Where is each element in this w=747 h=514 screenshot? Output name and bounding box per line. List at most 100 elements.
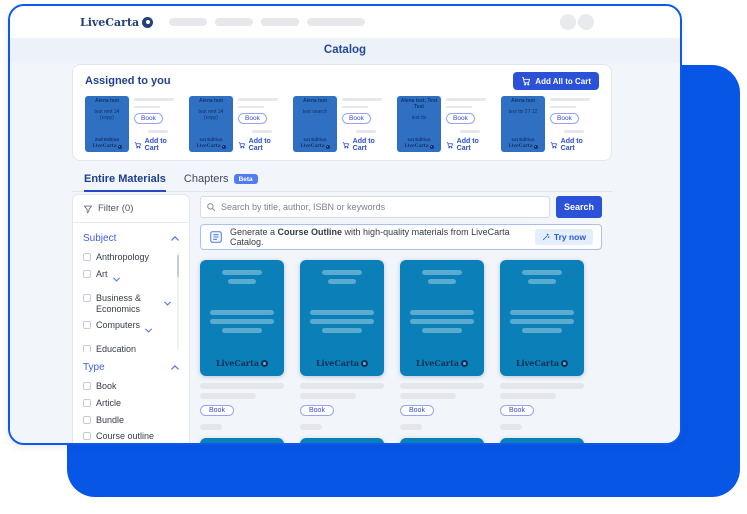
cover-logo-text: LiveCarta	[516, 358, 559, 368]
placeholder-line	[422, 270, 462, 275]
checkbox[interactable]	[83, 399, 91, 407]
filter-section-header-type[interactable]: Type	[83, 362, 179, 373]
tab-chapters[interactable]: Chapters Beta	[184, 173, 258, 191]
cover-text-placeholder	[510, 310, 574, 333]
nav-placeholder[interactable]	[215, 18, 253, 26]
assigned-book-card[interactable]: Alena testtest tts 27.121st EditionLiveC…	[501, 96, 597, 152]
filter-option[interactable]: Course outline	[83, 431, 179, 442]
scrollbar-thumb[interactable]	[177, 255, 179, 277]
filter-option[interactable]: Anthropology	[83, 252, 171, 263]
checkbox[interactable]	[83, 416, 91, 424]
title-placeholder	[550, 98, 590, 101]
book-cover[interactable]	[500, 438, 584, 445]
book-title-placeholder	[300, 383, 384, 389]
filter-option[interactable]: Computers	[83, 320, 171, 338]
assigned-book-card[interactable]: Alena testtest rent 34 (copy)1st Edition…	[189, 96, 285, 152]
placeholder-line	[322, 328, 362, 333]
checkbox[interactable]	[83, 432, 91, 440]
filter-option[interactable]: Article	[83, 398, 179, 409]
search-input[interactable]	[200, 196, 550, 218]
add-to-cart-label: Add to Cart	[249, 138, 285, 152]
cart-icon	[550, 141, 558, 149]
book-cover[interactable]	[200, 438, 284, 445]
filter-option[interactable]: Book	[83, 381, 179, 392]
nav-placeholder[interactable]	[261, 18, 299, 26]
avatar-placeholder[interactable]	[578, 14, 594, 30]
cart-icon	[342, 141, 350, 149]
chevron-up-icon	[171, 362, 179, 373]
title-placeholder	[134, 106, 160, 109]
search-button[interactable]: Search	[556, 196, 602, 218]
book-cover[interactable]: LiveCarta	[400, 260, 484, 376]
add-to-cart-label: Add to Cart	[561, 138, 597, 152]
title-placeholder	[238, 106, 264, 109]
catalog-main: Search Generate a Course Outline with hi…	[200, 196, 602, 445]
checkbox[interactable]	[83, 345, 91, 352]
cover-title: test tts 27.12	[509, 110, 538, 116]
add-to-cart-button[interactable]: Add to Cart	[342, 138, 389, 152]
book-cover[interactable]: LiveCarta	[500, 260, 584, 376]
assigned-book-card[interactable]: Alena test, Test Testtest tts1st Edition…	[397, 96, 493, 152]
filter-sections: Subject Anthropology Art Business & Economi…	[83, 233, 179, 445]
tab-entire-materials[interactable]: Entire Materials	[84, 173, 166, 192]
filter-option[interactable]: Art	[83, 269, 171, 287]
placeholder-line	[310, 310, 374, 315]
filter-option[interactable]: Education	[83, 344, 171, 352]
cover-logo: LiveCarta	[216, 358, 268, 368]
cover-logo-text: LiveCarta	[404, 144, 428, 149]
livecarta-logo-icon	[261, 360, 268, 367]
book-type-badge: Book	[446, 113, 475, 124]
checkbox[interactable]	[83, 253, 91, 261]
book-author-placeholder	[300, 393, 356, 399]
nav-placeholder[interactable]	[169, 18, 207, 26]
filter-option-label: Anthropology	[96, 252, 149, 263]
checkbox[interactable]	[83, 321, 91, 329]
checkbox[interactable]	[83, 294, 91, 302]
placeholder-line	[510, 319, 574, 324]
book-type-badge: Book	[400, 405, 434, 416]
book-cover[interactable]	[400, 438, 484, 445]
cover-title: test search	[303, 110, 327, 116]
filter-option[interactable]: Bundle	[83, 415, 179, 426]
title-placeholder	[342, 98, 382, 101]
placeholder-line	[410, 319, 474, 324]
checkbox[interactable]	[83, 382, 91, 390]
filter-header[interactable]: Filter (0)	[83, 203, 179, 214]
add-all-to-cart-button[interactable]: Add All to Cart	[513, 72, 599, 90]
cover-logo: LiveCarta	[516, 358, 568, 368]
filter-section-header-subject[interactable]: Subject	[83, 233, 179, 244]
assigned-book-card[interactable]: Alena testtest search1st EditionLiveCart…	[293, 96, 389, 152]
add-to-cart-button[interactable]: Add to Cart	[134, 138, 181, 152]
cover-logo-text: LiveCarta	[216, 358, 259, 368]
book-title-placeholder	[500, 383, 584, 389]
course-outline-banner: Generate a Course Outline with high-qual…	[200, 224, 602, 250]
assigned-book-card[interactable]: Alena testtest rent 34 (copy)2nd Edition…	[85, 96, 181, 152]
cover-edition: 1st Edition	[303, 137, 326, 142]
chevron-down-icon	[145, 320, 152, 338]
add-to-cart-button[interactable]: Add to Cart	[550, 138, 597, 152]
book-type-badge: Book	[500, 405, 534, 416]
chevron-down-icon	[113, 269, 120, 287]
cart-icon	[238, 141, 246, 149]
add-to-cart-button[interactable]: Add to Cart	[238, 138, 285, 152]
nav-placeholder[interactable]	[307, 18, 365, 26]
page: LiveCarta Catalog Assigned to you	[0, 0, 747, 514]
add-to-cart-button[interactable]: Add to Cart	[446, 138, 493, 152]
cover-author: Alena test	[95, 99, 119, 105]
livecarta-logo-icon	[534, 145, 538, 149]
checkbox[interactable]	[83, 270, 91, 278]
cover-title-placeholder	[222, 270, 262, 284]
title-placeholder	[342, 106, 368, 109]
filter-option[interactable]: Business & Economics	[83, 293, 171, 315]
book-cover[interactable]: LiveCarta	[300, 260, 384, 376]
chevron-up-icon	[171, 233, 179, 244]
book-cover: Alena testtest search1st EditionLiveCart…	[293, 96, 337, 152]
add-to-cart-label: Add to Cart	[457, 138, 493, 152]
book-cover[interactable]: LiveCarta	[200, 260, 284, 376]
avatar-placeholder[interactable]	[560, 14, 576, 30]
book-cover[interactable]	[300, 438, 384, 445]
book-author-placeholder	[200, 393, 256, 399]
title-placeholder	[238, 98, 278, 101]
try-now-button[interactable]: Try now	[535, 229, 593, 245]
livecarta-logo-icon	[222, 145, 226, 149]
